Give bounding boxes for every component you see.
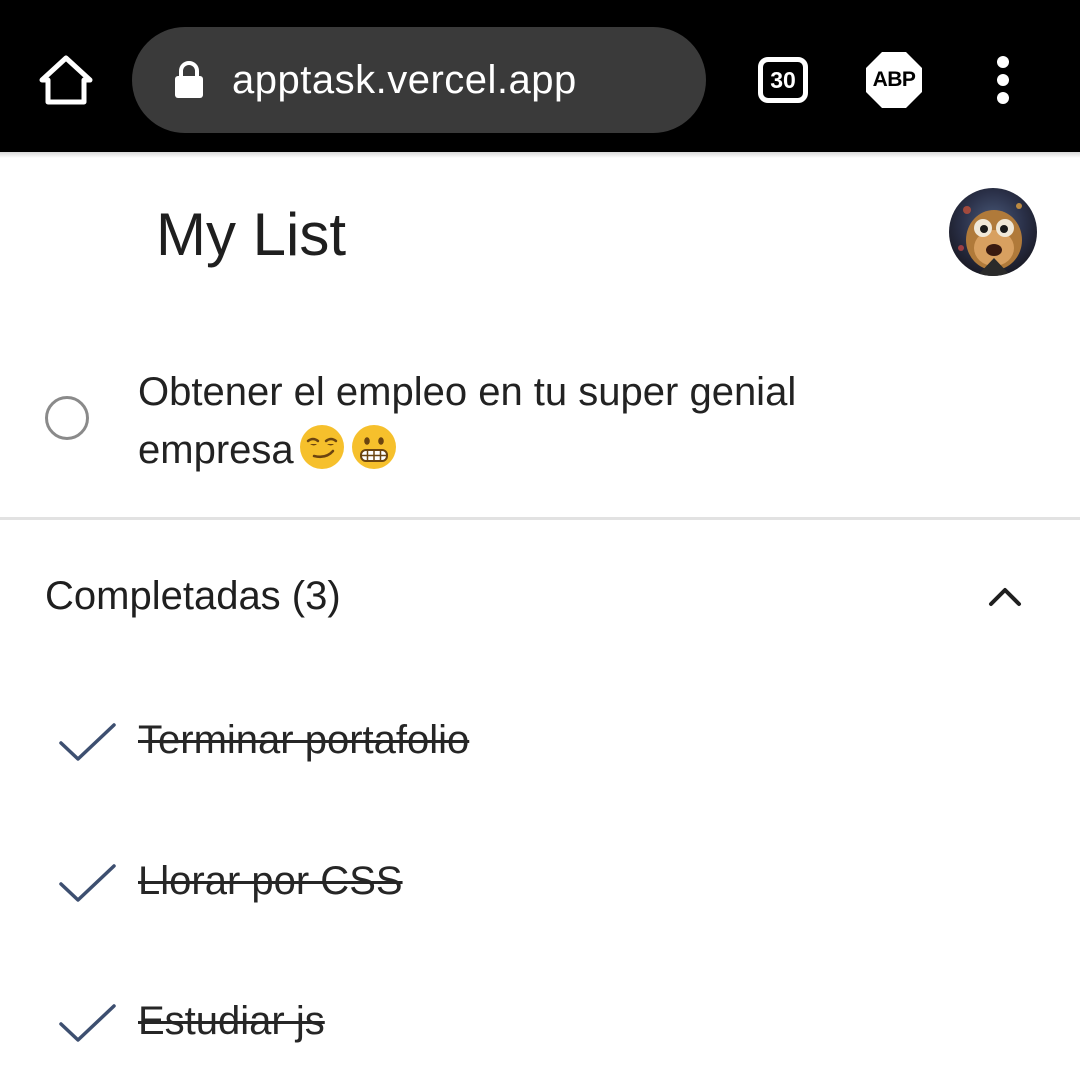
completed-task-text: Terminar portafolio <box>138 718 470 762</box>
url-text[interactable]: apptask.vercel.app <box>232 27 577 133</box>
overflow-menu-dot <box>997 92 1009 104</box>
browser-toolbar: apptask.vercel.app 30 ABP <box>0 0 1080 152</box>
toolbar-shadow <box>0 152 1080 158</box>
home-button[interactable] <box>36 52 96 108</box>
task-text: Obtener el empleo en tu super genial emp… <box>138 370 797 472</box>
overflow-menu-dot <box>997 74 1009 86</box>
completed-task-item[interactable]: Terminar portafolio <box>0 705 1080 775</box>
task-complete-toggle[interactable] <box>45 396 89 440</box>
completed-task-item[interactable]: Llorar por CSS <box>0 846 1080 916</box>
home-icon <box>39 55 93 105</box>
adblock-button[interactable]: ABP <box>864 50 924 110</box>
address-bar[interactable]: apptask.vercel.app <box>132 27 706 133</box>
completed-task-text: Estudiar js <box>138 999 325 1043</box>
overflow-menu-icon <box>997 56 1009 68</box>
check-icon[interactable] <box>58 862 118 906</box>
tab-switcher-button[interactable]: 30 <box>758 57 808 103</box>
chevron-up-icon[interactable] <box>985 582 1025 610</box>
check-icon[interactable] <box>58 721 118 765</box>
completed-task-item[interactable]: Estudiar js <box>0 986 1080 1056</box>
task-item[interactable]: Obtener el empleo en tu super genial emp… <box>138 363 898 479</box>
overflow-menu-button[interactable] <box>988 56 1018 104</box>
smirk-emoji-icon <box>299 425 344 469</box>
completed-section-label: Completadas (3) <box>45 574 341 618</box>
section-divider <box>0 517 1080 520</box>
grimace-emoji-icon <box>351 425 396 469</box>
avatar-image <box>949 188 1037 276</box>
completed-task-text: Llorar por CSS <box>138 859 403 903</box>
avatar[interactable] <box>949 188 1037 276</box>
page-title: My List <box>156 201 347 268</box>
check-icon[interactable] <box>58 1002 118 1046</box>
lock-icon <box>175 61 203 98</box>
adblock-label: ABP <box>872 68 916 91</box>
completed-section-header[interactable]: Completadas (3) <box>0 560 1080 632</box>
